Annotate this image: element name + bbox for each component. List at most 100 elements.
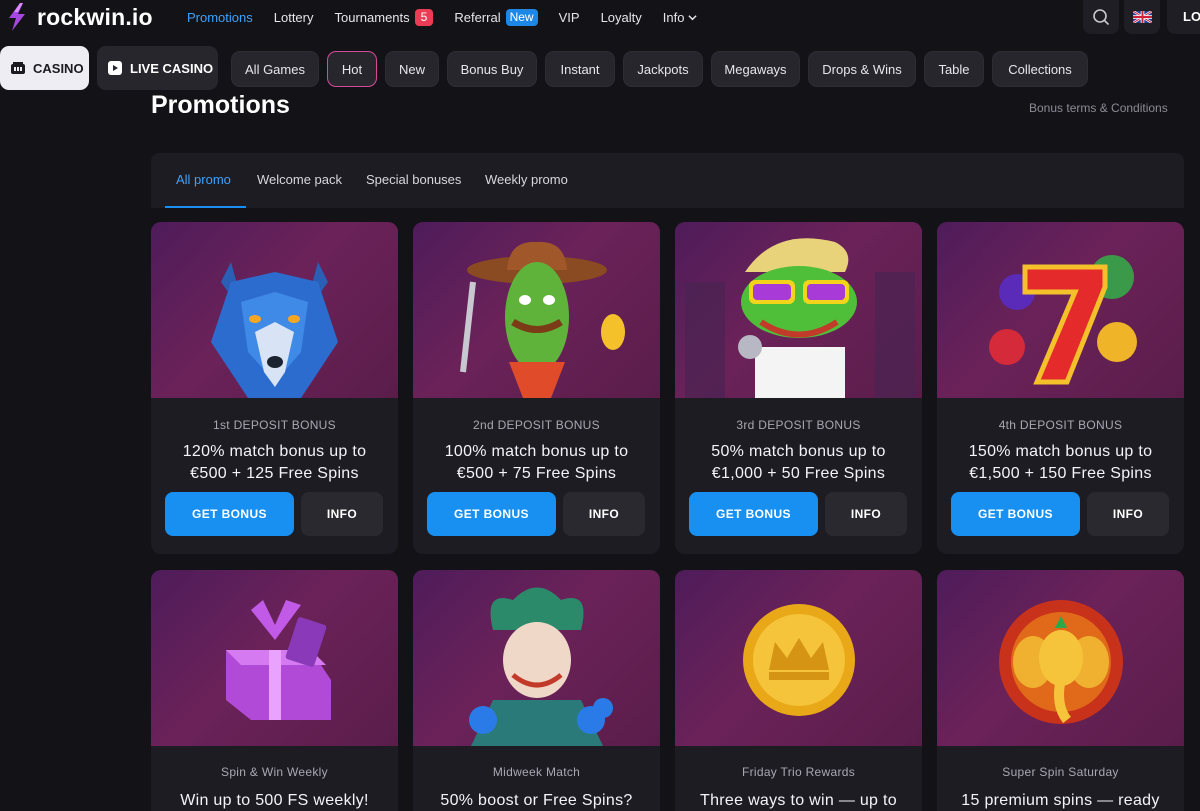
category-collections[interactable]: Collections (992, 51, 1088, 87)
nav-info[interactable]: Info (663, 10, 698, 25)
promo-card: 3rd DEPOSIT BONUS 50% match bonus up to … (675, 222, 922, 554)
live-casino-mode-button[interactable]: LIVE CASINO (97, 46, 218, 90)
promo-tabs: All promo Welcome pack Special bonuses W… (151, 153, 1184, 208)
promo-card: Friday Trio Rewards Three ways to win — … (675, 570, 922, 811)
login-button[interactable]: LO (1167, 0, 1200, 34)
promo-headline: Three ways to win — up to (700, 792, 897, 809)
nav-vip[interactable]: VIP (559, 10, 580, 25)
page-title: Promotions (151, 91, 290, 119)
promo-line-1: 50% match bonus up to (711, 443, 886, 460)
logo-text: rockwin.io (37, 3, 153, 30)
promo-label: 4th DEPOSIT BONUS (998, 418, 1123, 432)
promo-label: 3rd DEPOSIT BONUS (736, 418, 861, 432)
jester-icon (469, 587, 613, 746)
main-nav: Promotions Lottery Tournaments 5 Referra… (187, 0, 718, 34)
promo-label: Friday Trio Rewards (741, 765, 856, 779)
logo[interactable]: rockwin.io (6, 2, 153, 32)
nav-promotions[interactable]: Promotions (187, 10, 253, 25)
lightning-bolt-icon (9, 3, 25, 31)
nav-loyalty[interactable]: Loyalty (601, 10, 642, 25)
nav-label: Referral (454, 9, 501, 25)
category-instant[interactable]: Instant (545, 51, 615, 87)
info-button[interactable]: INFO (1087, 492, 1169, 536)
category-hot[interactable]: Hot (327, 51, 377, 87)
golden-elephant-icon (999, 600, 1123, 724)
promo-line-2: €500 + 125 Free Spins (190, 465, 359, 482)
gold-coin-icon (743, 604, 855, 716)
search-icon (1093, 9, 1110, 26)
promo-headline: 100% match bonus up to €500 + 75 Free Sp… (413, 441, 660, 485)
casino-mode-button[interactable]: CASINO (0, 46, 89, 90)
promo-image (675, 222, 922, 398)
get-bonus-button[interactable]: GET BONUS (165, 492, 294, 536)
wolf-icon (211, 262, 338, 398)
promo-label: 1st DEPOSIT BONUS (213, 418, 336, 432)
category-bonus-buy[interactable]: Bonus Buy (447, 51, 537, 87)
tab-weekly-promo[interactable]: Weekly promo (485, 172, 568, 187)
chevron-down-icon (688, 14, 698, 20)
promo-label: 2nd DEPOSIT BONUS (473, 418, 600, 432)
gift-box-icon (226, 600, 331, 720)
promo-line-2: €1,000 + 50 Free Spins (711, 465, 886, 482)
info-button[interactable]: INFO (301, 492, 383, 536)
promo-image (413, 570, 660, 746)
promo-image (151, 570, 398, 746)
promo-image (675, 570, 922, 746)
tab-special-bonuses[interactable]: Special bonuses (366, 172, 461, 187)
new-badge: New (505, 8, 538, 26)
category-table[interactable]: Table (924, 51, 984, 87)
promo-label: Spin & Win Weekly (221, 765, 328, 779)
search-button[interactable] (1083, 0, 1119, 34)
category-megaways[interactable]: Megaways (711, 51, 800, 87)
promo-label: Super Spin Saturday (1002, 765, 1119, 779)
promo-headline: 15 premium spins — ready (961, 792, 1160, 809)
casino-icon (11, 62, 25, 74)
nav-referral[interactable]: Referral New (454, 8, 538, 26)
live-casino-label: LIVE CASINO (130, 60, 214, 76)
category-new[interactable]: New (385, 51, 439, 87)
category-all-games[interactable]: All Games (231, 51, 319, 87)
uk-flag-icon (1132, 11, 1152, 23)
promo-headline: 50% match bonus up to €1,000 + 50 Free S… (675, 441, 922, 485)
promo-card: Midweek Match 50% boost or Free Spins? (413, 570, 660, 811)
promo-card: 1st DEPOSIT BONUS 120% match bonus up to… (151, 222, 398, 554)
info-button[interactable]: INFO (563, 492, 645, 536)
promo-line-1: 120% match bonus up to (182, 443, 367, 460)
info-button[interactable]: INFO (825, 492, 907, 536)
get-bonus-button[interactable]: GET BONUS (951, 492, 1080, 536)
promo-line-2: €500 + 75 Free Spins (456, 465, 617, 482)
promo-image (937, 222, 1184, 398)
promo-card: Super Spin Saturday 15 premium spins — r… (937, 570, 1184, 811)
language-button[interactable] (1124, 0, 1160, 34)
promo-image (937, 570, 1184, 746)
promo-card: Spin & Win Weekly Win up to 500 FS weekl… (151, 570, 398, 811)
top-navigation: rockwin.io Promotions Lottery Tournament… (0, 0, 1200, 34)
nav-label: Info (662, 9, 685, 25)
frog-singer-icon (685, 238, 915, 398)
promo-line-1: 150% match bonus up to (968, 443, 1153, 460)
lucky-seven-icon (989, 255, 1137, 385)
nav-lottery[interactable]: Lottery (274, 10, 314, 25)
promo-line-2: €1,500 + 150 Free Spins (969, 465, 1152, 482)
get-bonus-button[interactable]: GET BONUS (427, 492, 556, 536)
nav-label: Tournaments (334, 9, 410, 25)
promo-label: Midweek Match (492, 765, 581, 779)
casino-label: CASINO (33, 60, 84, 76)
bonus-terms-link[interactable]: Bonus terms & Conditions (1029, 101, 1168, 115)
tab-welcome-pack[interactable]: Welcome pack (257, 172, 342, 187)
play-icon (108, 61, 122, 75)
nav-label: Promotions (187, 9, 253, 25)
promo-image (413, 222, 660, 398)
promo-card: 4th DEPOSIT BONUS 150% match bonus up to… (937, 222, 1184, 554)
get-bonus-button[interactable]: GET BONUS (689, 492, 818, 536)
active-tab-indicator (165, 206, 246, 208)
promo-headline: 120% match bonus up to €500 + 125 Free S… (151, 441, 398, 485)
promo-image (151, 222, 398, 398)
category-jackpots[interactable]: Jackpots (623, 51, 703, 87)
category-drops-wins[interactable]: Drops & Wins (808, 51, 916, 87)
nav-tournaments[interactable]: Tournaments 5 (334, 8, 434, 26)
promo-headline: Win up to 500 FS weekly! (180, 792, 369, 809)
nav-label: Loyalty (600, 9, 642, 25)
promo-card: 2nd DEPOSIT BONUS 100% match bonus up to… (413, 222, 660, 554)
tab-all-promo[interactable]: All promo (176, 172, 231, 187)
